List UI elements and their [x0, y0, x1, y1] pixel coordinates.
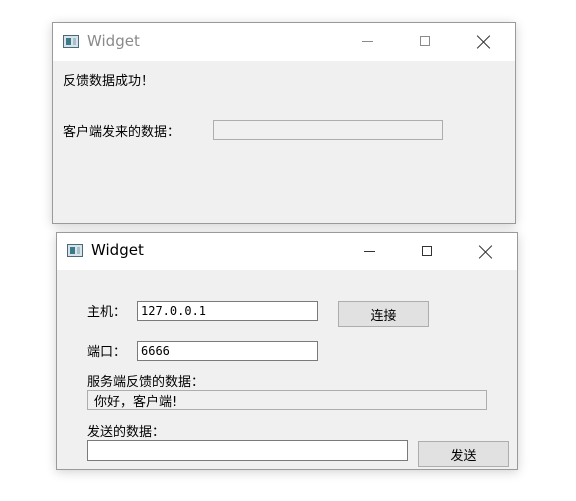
client-window: Widget 主机： 连接 端口： 服务端反馈的数据： 发送的数据： 发送: [56, 232, 518, 470]
app-window-icon: [67, 244, 83, 257]
received-data-field[interactable]: [213, 120, 443, 140]
server-window: Widget 反馈数据成功！ 客户端发来的数据：: [52, 22, 516, 224]
maximize-button[interactable]: [403, 23, 449, 61]
minimize-icon: [364, 251, 375, 252]
host-field[interactable]: [137, 301, 318, 321]
close-button[interactable]: [461, 23, 507, 61]
send-button[interactable]: 发送: [418, 441, 509, 467]
maximize-button[interactable]: [405, 233, 451, 270]
window-title: Widget: [91, 241, 144, 259]
maximize-icon: [420, 36, 430, 46]
server-titlebar[interactable]: Widget: [53, 23, 515, 61]
close-icon: [477, 35, 491, 49]
client-titlebar[interactable]: Widget: [57, 233, 517, 270]
status-text: 反馈数据成功！: [63, 74, 155, 89]
minimize-button[interactable]: [347, 233, 393, 270]
minimize-icon: [362, 41, 373, 42]
send-data-label: 发送的数据：: [87, 425, 166, 440]
app-window-icon: [63, 35, 79, 48]
received-data-label: 客户端发来的数据：: [63, 125, 181, 140]
connect-button[interactable]: 连接: [338, 301, 429, 327]
close-button[interactable]: [463, 233, 509, 270]
feedback-label: 服务端反馈的数据：: [87, 375, 205, 390]
feedback-field[interactable]: [87, 390, 487, 410]
window-title: Widget: [87, 32, 140, 50]
close-icon: [479, 245, 493, 259]
port-label: 端口：: [87, 345, 127, 360]
send-data-field[interactable]: [87, 440, 408, 461]
minimize-button[interactable]: [345, 23, 391, 61]
maximize-icon: [422, 246, 432, 256]
host-label: 主机：: [87, 305, 127, 320]
port-field[interactable]: [137, 341, 318, 361]
